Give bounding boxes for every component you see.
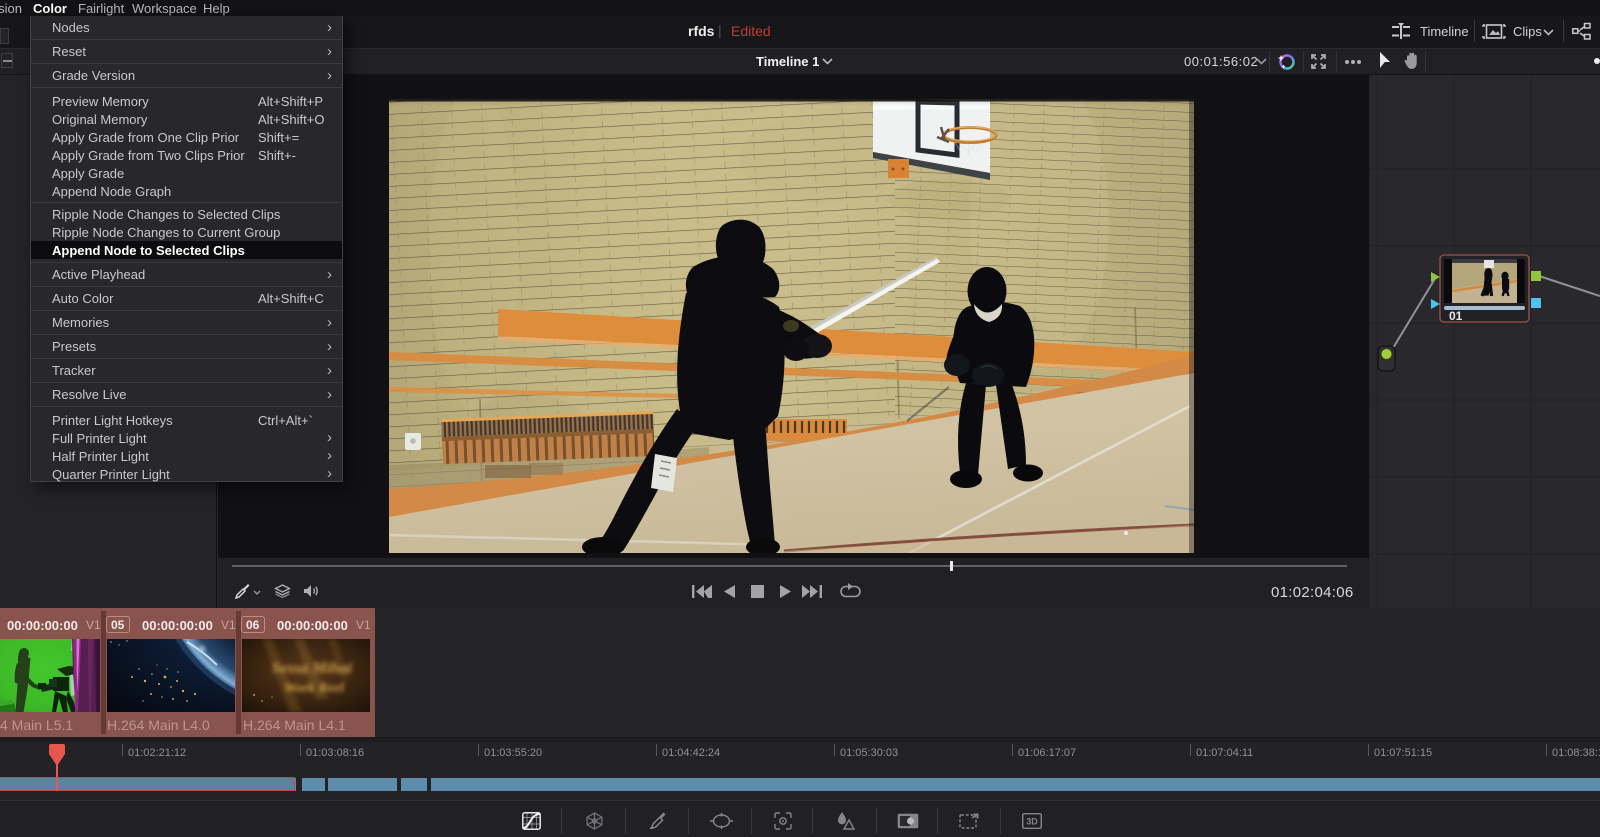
svg-text:3D: 3D [1026,817,1038,827]
svg-text:Sessa Mihai: Sessa Mihai [272,660,353,677]
svg-text:01: 01 [1449,309,1463,323]
svg-text:Work Reel: Work Reel [284,681,344,696]
